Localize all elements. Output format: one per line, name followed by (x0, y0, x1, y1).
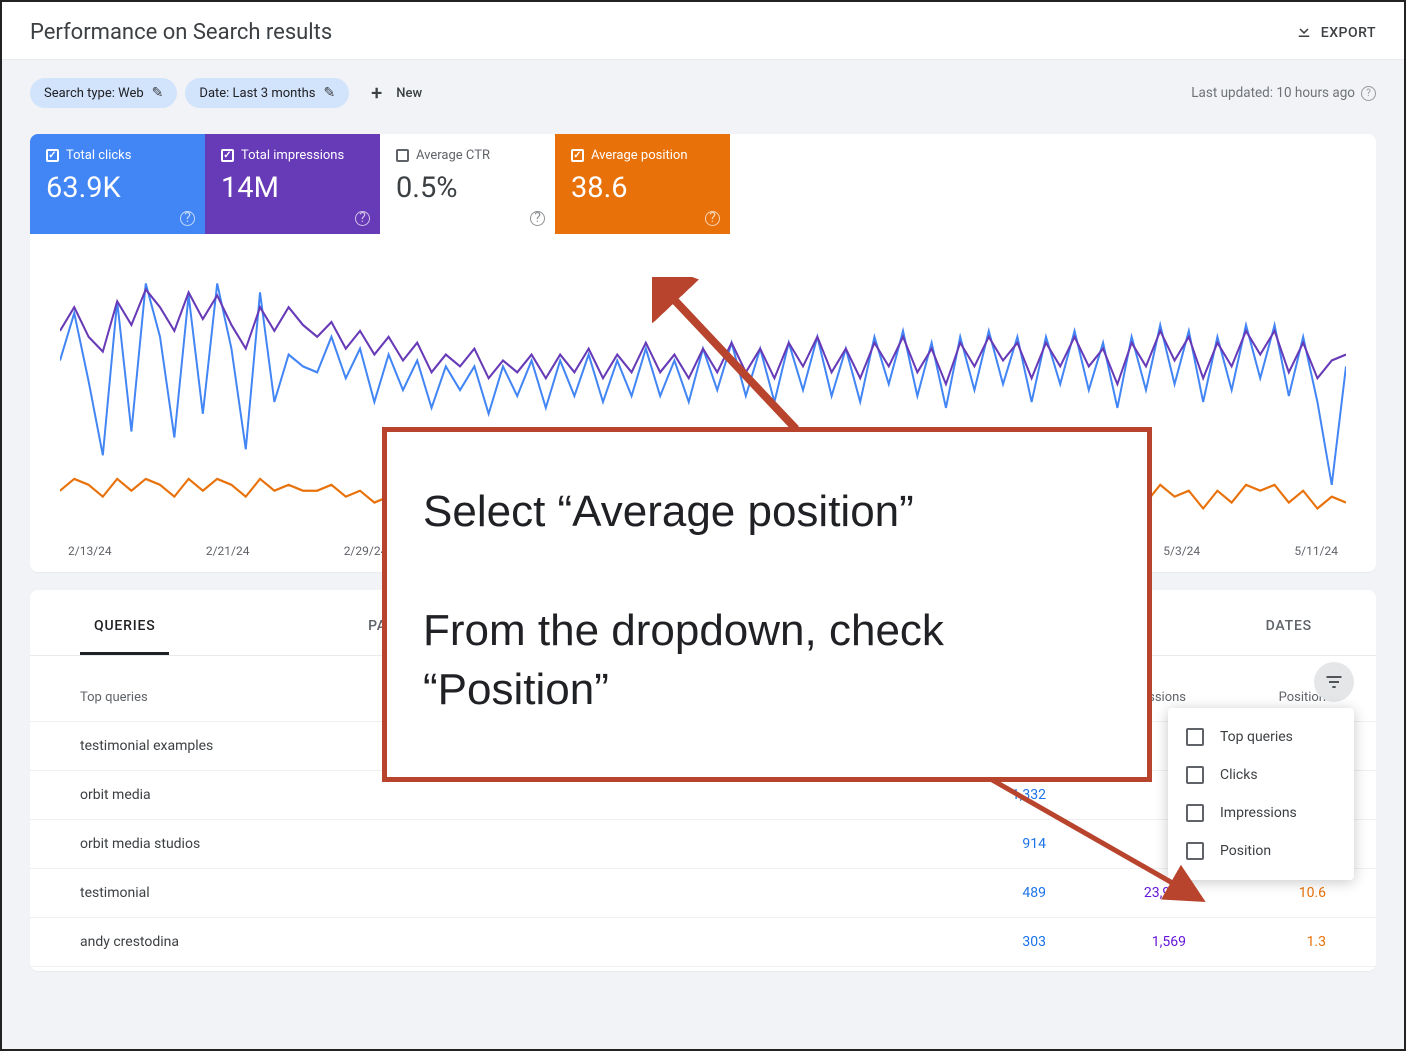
dropdown-item-top-queries[interactable]: Top queries (1168, 718, 1354, 756)
checkbox-icon (46, 149, 59, 162)
help-icon[interactable]: ? (705, 211, 720, 226)
impressions-cell: 1,569 (1046, 934, 1186, 950)
checkbox-icon (571, 149, 584, 162)
metric-card-clicks[interactable]: Total clicks63.9K? (30, 134, 205, 234)
annotation-arrow-icon (982, 772, 1232, 912)
download-icon (1295, 22, 1313, 44)
plus-icon: + (371, 81, 382, 105)
chip-date-range[interactable]: Date: Last 3 months ✎ (185, 78, 349, 108)
chip-search-type[interactable]: Search type: Web ✎ (30, 78, 177, 108)
query-cell: orbit media (80, 787, 906, 803)
annotation-callout: Select “Average position” From the dropd… (382, 427, 1152, 782)
table-row[interactable]: andy crestodina3031,5691.3 (30, 918, 1376, 967)
checkbox-icon (221, 149, 234, 162)
query-cell: andy crestodina (80, 934, 906, 950)
col-header-position[interactable]: Position (1186, 690, 1326, 705)
pencil-icon: ✎ (152, 85, 164, 101)
filter-icon (1324, 672, 1344, 692)
metric-card-impressions[interactable]: Total impressions14M? (205, 134, 380, 234)
help-icon[interactable]: ? (530, 211, 545, 226)
metric-card-position[interactable]: Average position38.6? (555, 134, 730, 234)
last-updated-text: Last updated: 10 hours ago ? (1191, 85, 1376, 101)
query-cell: orbit media studios (80, 836, 906, 852)
add-filter-button[interactable]: + New (357, 74, 436, 112)
clicks-cell: 303 (906, 934, 1046, 950)
export-button[interactable]: EXPORT (1295, 22, 1376, 44)
checkbox-icon (396, 149, 409, 162)
page-title: Performance on Search results (30, 20, 332, 45)
query-cell: testimonial (80, 885, 906, 901)
checkbox-icon (1186, 728, 1204, 746)
pencil-icon: ✎ (323, 85, 335, 101)
annotation-arrow-icon (652, 277, 812, 437)
metric-card-ctr[interactable]: Average CTR0.5%? (380, 134, 555, 234)
filter-columns-button[interactable] (1314, 662, 1354, 702)
tab-queries[interactable]: QUERIES (80, 608, 169, 655)
help-icon[interactable]: ? (355, 211, 370, 226)
help-icon[interactable]: ? (1361, 86, 1376, 101)
position-cell: 1.3 (1186, 934, 1326, 950)
tab-dates[interactable]: DATES (1252, 608, 1326, 652)
help-icon[interactable]: ? (180, 211, 195, 226)
